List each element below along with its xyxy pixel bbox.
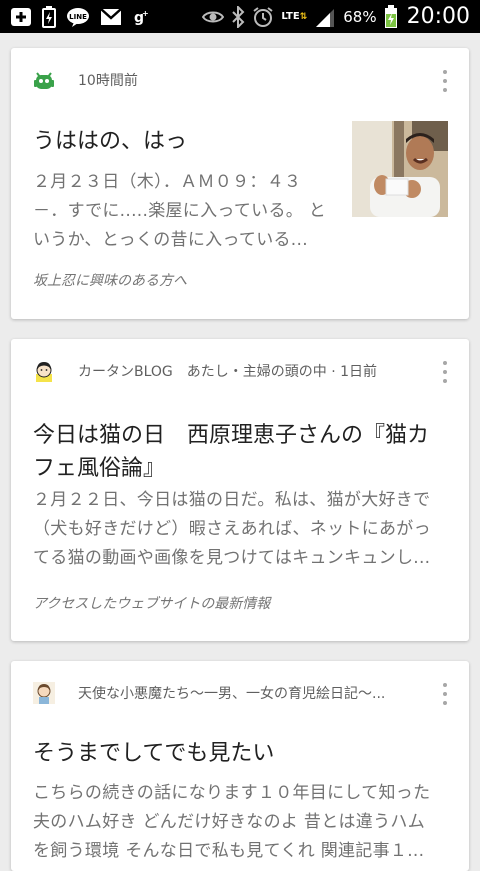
snippet-line: （犬も好きだけど）暇さえあれば、ネットにあがっ (33, 519, 431, 539)
card-reason: アクセスしたウェブサイトの最新情報 (33, 596, 271, 612)
card-snippet: ２月２２日、今日は猫の日だ。私は、猫が大好きで （犬も好きだけど）暇さえあれば、… (33, 486, 453, 573)
card-reason: 坂上忍に興味のある方へ (33, 273, 187, 289)
lte-indicator: LTE ⇅ (281, 10, 308, 22)
overflow-menu-icon[interactable] (439, 70, 451, 92)
card-snippet: ２月２３日（木）．ＡＭ０９：４３ －．すでに.....楽屋に入っている。 と い… (33, 168, 333, 255)
svg-text:+: + (142, 9, 149, 18)
snippet-line: こちらの続きの話になります１０年目にして知った (33, 783, 431, 803)
clock: 20:00 (406, 4, 470, 29)
news-card[interactable]: 10時間前 うははの、はっ ２月２３日（木）．ＡＭ０９：４３ －．すでに....… (11, 48, 469, 319)
battery-small-icon (42, 5, 56, 28)
overflow-menu-icon[interactable] (439, 683, 451, 705)
article-thumbnail[interactable] (352, 121, 448, 217)
title-line: フェ風俗論』 (33, 456, 166, 481)
snippet-line: を飼う環境 そんな日で私も見てくれ 関連記事１... (33, 841, 425, 861)
news-card[interactable]: カータンBLOG あたし・主婦の頭の中 · 1日前 今日は猫の日 西原理恵子さん… (11, 339, 469, 641)
battery-percent: 68% (343, 7, 377, 26)
news-card[interactable]: 天使な小悪魔たち〜一男、一女の育児絵日記〜... そうまでしてでも見たい こちら… (11, 661, 469, 871)
card-source: 天使な小悪魔たち〜一男、一女の育児絵日記〜... (78, 686, 386, 702)
overflow-menu-icon[interactable] (439, 361, 451, 383)
blogger-avatar-icon (33, 682, 55, 704)
snippet-line: 夫のハム好き どんだけ好きなのよ 昔とは違うハム (33, 812, 426, 832)
title-line: 今日は猫の日 西原理恵子さんの『猫カ (33, 423, 430, 448)
bluetooth-icon (231, 5, 245, 28)
card-header: 天使な小悪魔たち〜一男、一女の育児絵日記〜... (11, 661, 469, 723)
snippet-line: ２月２３日（木）．ＡＭ０９：４３ (33, 172, 302, 192)
alarm-icon (252, 6, 274, 28)
card-header: カータンBLOG あたし・主婦の頭の中 · 1日前 (11, 339, 469, 401)
blogger-avatar-icon (33, 360, 55, 382)
card-source: カータンBLOG あたし・主婦の頭の中 · 1日前 (78, 364, 378, 380)
gmail-icon (100, 7, 122, 26)
eye-icon (202, 9, 225, 25)
snippet-line: いうか、とっくの昔に入っている... (33, 230, 308, 250)
google-plus-icon: g + (132, 8, 150, 26)
svg-text:LINE: LINE (69, 13, 87, 21)
line-app-icon: LINE (66, 7, 90, 27)
card-title[interactable]: 今日は猫の日 西原理恵子さんの『猫カ フェ風俗論』 (33, 419, 453, 485)
network-type-label: LTE (281, 10, 300, 22)
card-header: 10時間前 (11, 48, 469, 110)
battery-charging-icon (384, 4, 398, 29)
plus-box-icon (10, 7, 32, 27)
signal-icon (314, 7, 336, 27)
card-title[interactable]: そうまでしてでも見たい (33, 737, 274, 770)
card-source: 10時間前 (78, 73, 138, 89)
card-title[interactable]: うははの、はっ (33, 125, 187, 158)
snippet-line: －．すでに.....楽屋に入っている。 と (33, 201, 327, 221)
android-mascot-icon (33, 69, 55, 91)
data-activity-icon: ⇅ (299, 11, 308, 22)
snippet-line: ２月２２日、今日は猫の日だ。私は、猫が大好きで (33, 490, 431, 510)
status-bar: LINE g + LTE ⇅ 68% 20:00 (0, 0, 480, 33)
snippet-line: てる猫の動画や画像を見つけてはキュンキュンし... (33, 548, 431, 568)
